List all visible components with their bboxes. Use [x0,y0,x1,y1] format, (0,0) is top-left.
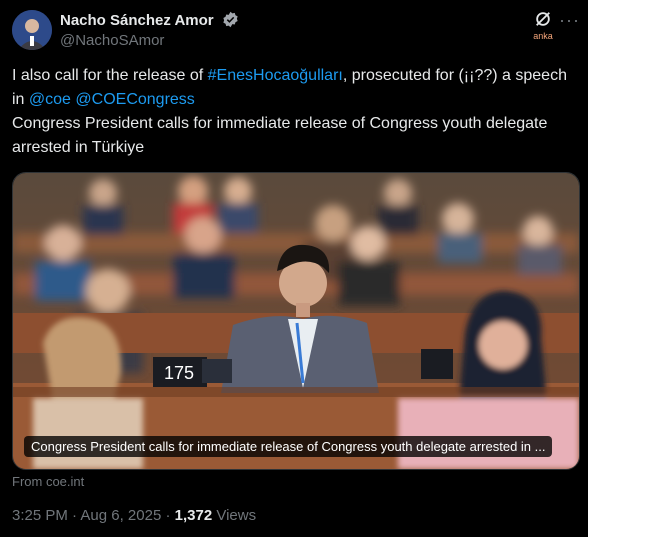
card-photo: 175 [13,173,579,469]
author-handle[interactable]: @NachoSAmor [60,32,164,49]
tweet-text: I also call for the release of #EnesHoca… [12,64,572,160]
tweet-text-part1: I also call for the release of [12,67,208,84]
more-icon[interactable]: ··· [559,10,580,31]
grok-label: anka [533,31,553,41]
mention-coecongress-link[interactable]: @COECongress [75,91,194,108]
nameplate-number: 175 [164,363,194,383]
views-count: 1,372 [174,507,213,524]
views-label: Views [212,507,257,524]
meta-separator: · [161,507,175,524]
card-source[interactable]: From coe.int [12,474,84,489]
verified-badge-icon [222,11,239,32]
author-name[interactable]: Nacho Sánchez Amor [60,11,239,32]
author-name-text[interactable]: Nacho Sánchez Amor [60,12,214,29]
card-caption: Congress President calls for immediate r… [24,436,553,457]
meta-separator: · [67,507,81,524]
tweet-text-line2: Congress President calls for immediate r… [12,115,548,156]
link-card[interactable]: 175 [12,172,580,470]
avatar[interactable] [12,10,52,50]
grok-icon [536,12,550,26]
tweet-date[interactable]: Aug 6, 2025 [80,507,161,524]
tweet-meta: 3:25 PM · Aug 6, 2025 · 1,372 Views [12,507,256,524]
hashtag-link[interactable]: #EnesHocaoğulları [208,67,343,84]
tweet-panel: Nacho Sánchez Amor @NachoSAmor anka ··· … [0,0,588,537]
tweet-time[interactable]: 3:25 PM [12,507,68,524]
mention-coe-link[interactable]: @coe [29,91,71,108]
grok-button[interactable]: anka [530,10,556,41]
